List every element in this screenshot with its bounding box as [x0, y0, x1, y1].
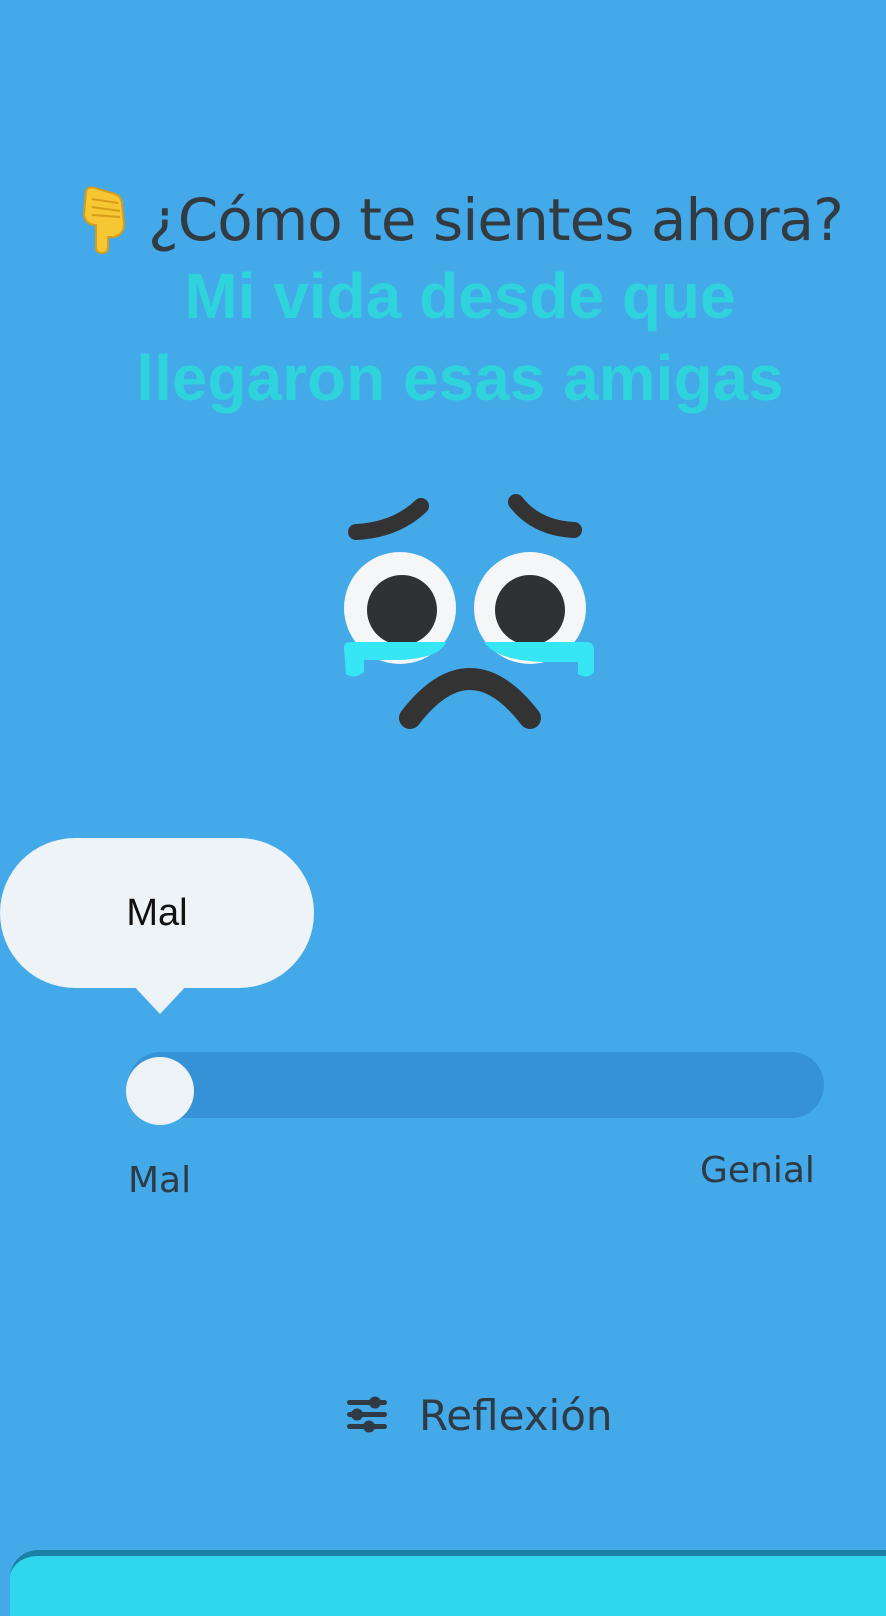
- bottom-action-bar[interactable]: [10, 1550, 886, 1616]
- slider-min-label: Mal: [128, 1160, 192, 1201]
- mood-slider-thumb[interactable]: [126, 1057, 194, 1125]
- mood-tooltip-label: Mal: [126, 891, 188, 934]
- caption-overlay: Mi vida desde que llegaron esas amigas: [136, 260, 784, 414]
- pointing-down-hand-icon: [78, 185, 134, 255]
- crying-sad-face-icon: [336, 480, 606, 750]
- mood-slider-track[interactable]: [128, 1052, 824, 1118]
- question-text: ¿Cómo te sientes ahora?: [148, 186, 844, 254]
- mood-tooltip-bubble: Mal: [0, 838, 314, 988]
- mood-tooltip-pointer: [130, 982, 190, 1014]
- slider-max-label: Genial: [700, 1150, 815, 1191]
- reflection-label: Reflexión: [419, 1390, 613, 1440]
- sliders-icon: [345, 1393, 389, 1437]
- reflection-button[interactable]: Reflexión: [345, 1385, 613, 1445]
- question-heading: ¿Cómo te sientes ahora?: [78, 180, 868, 260]
